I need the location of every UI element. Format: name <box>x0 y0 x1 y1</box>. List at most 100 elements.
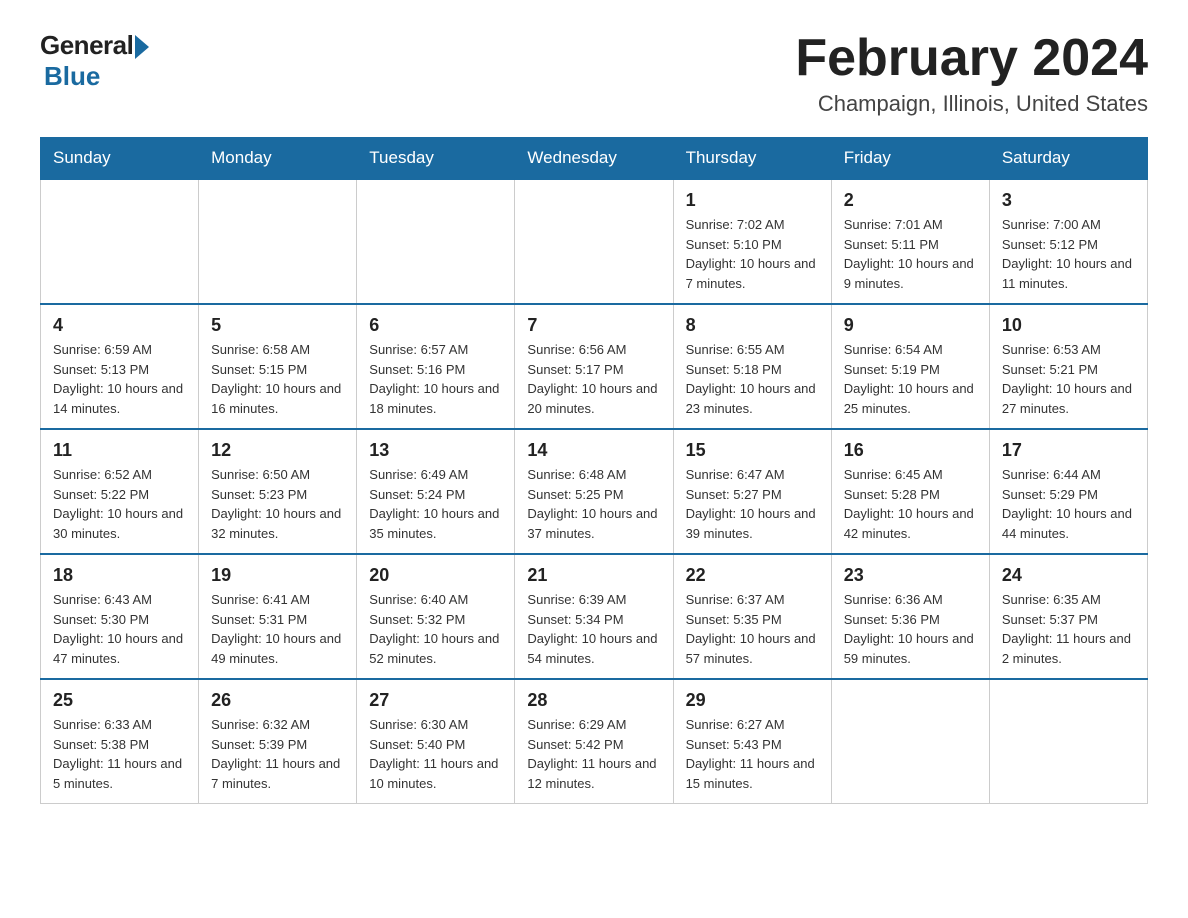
calendar-cell: 9 Sunrise: 6:54 AMSunset: 5:19 PMDaylight… <box>831 304 989 429</box>
calendar-cell: 24 Sunrise: 6:35 AMSunset: 5:37 PMDayligh… <box>989 554 1147 679</box>
month-title: February 2024 <box>795 30 1148 87</box>
day-info: Sunrise: 7:02 AMSunset: 5:10 PMDaylight:… <box>686 215 819 293</box>
day-info: Sunrise: 6:29 AMSunset: 5:42 PMDaylight:… <box>527 715 660 793</box>
calendar-header-friday: Friday <box>831 138 989 180</box>
day-info: Sunrise: 6:30 AMSunset: 5:40 PMDaylight:… <box>369 715 502 793</box>
day-number: 19 <box>211 565 344 586</box>
day-number: 29 <box>686 690 819 711</box>
calendar-cell: 7 Sunrise: 6:56 AMSunset: 5:17 PMDaylight… <box>515 304 673 429</box>
calendar-cell: 26 Sunrise: 6:32 AMSunset: 5:39 PMDayligh… <box>199 679 357 804</box>
day-number: 1 <box>686 190 819 211</box>
logo-general-text: General <box>40 30 133 61</box>
calendar-cell: 8 Sunrise: 6:55 AMSunset: 5:18 PMDaylight… <box>673 304 831 429</box>
day-number: 3 <box>1002 190 1135 211</box>
day-info: Sunrise: 6:44 AMSunset: 5:29 PMDaylight:… <box>1002 465 1135 543</box>
day-number: 14 <box>527 440 660 461</box>
logo-arrow-icon <box>135 35 149 59</box>
calendar-week-row: 1 Sunrise: 7:02 AMSunset: 5:10 PMDaylight… <box>41 179 1148 304</box>
calendar-header-monday: Monday <box>199 138 357 180</box>
day-number: 16 <box>844 440 977 461</box>
day-number: 7 <box>527 315 660 336</box>
calendar-cell: 6Sunrise: 6:57 AMSunset: 5:16 PMDaylight… <box>357 304 515 429</box>
day-number: 26 <box>211 690 344 711</box>
day-info: Sunrise: 6:40 AMSunset: 5:32 PMDaylight:… <box>369 590 502 668</box>
day-number: 12 <box>211 440 344 461</box>
calendar-week-row: 4 Sunrise: 6:59 AMSunset: 5:13 PMDaylight… <box>41 304 1148 429</box>
calendar-week-row: 25 Sunrise: 6:33 AMSunset: 5:38 PMDayligh… <box>41 679 1148 804</box>
day-number: 25 <box>53 690 186 711</box>
calendar-header-saturday: Saturday <box>989 138 1147 180</box>
day-info: Sunrise: 6:48 AMSunset: 5:25 PMDaylight:… <box>527 465 660 543</box>
day-info: Sunrise: 6:43 AMSunset: 5:30 PMDaylight:… <box>53 590 186 668</box>
day-info: Sunrise: 6:59 AMSunset: 5:13 PMDaylight:… <box>53 340 186 418</box>
day-number: 4 <box>53 315 186 336</box>
day-number: 24 <box>1002 565 1135 586</box>
day-info: Sunrise: 6:39 AMSunset: 5:34 PMDaylight:… <box>527 590 660 668</box>
page-header: General Blue February 2024 Champaign, Il… <box>40 30 1148 117</box>
calendar-cell: 12Sunrise: 6:50 AMSunset: 5:23 PMDayligh… <box>199 429 357 554</box>
day-info: Sunrise: 6:55 AMSunset: 5:18 PMDaylight:… <box>686 340 819 418</box>
calendar-header-thursday: Thursday <box>673 138 831 180</box>
day-info: Sunrise: 6:58 AMSunset: 5:15 PMDaylight:… <box>211 340 344 418</box>
calendar-cell: 18 Sunrise: 6:43 AMSunset: 5:30 PMDayligh… <box>41 554 199 679</box>
calendar-cell: 23 Sunrise: 6:36 AMSunset: 5:36 PMDayligh… <box>831 554 989 679</box>
calendar-cell: 2Sunrise: 7:01 AMSunset: 5:11 PMDaylight… <box>831 179 989 304</box>
day-number: 27 <box>369 690 502 711</box>
day-number: 20 <box>369 565 502 586</box>
calendar-header-tuesday: Tuesday <box>357 138 515 180</box>
calendar-cell: 10 Sunrise: 6:53 AMSunset: 5:21 PMDayligh… <box>989 304 1147 429</box>
day-number: 8 <box>686 315 819 336</box>
calendar-cell <box>989 679 1147 804</box>
calendar-cell: 28 Sunrise: 6:29 AMSunset: 5:42 PMDayligh… <box>515 679 673 804</box>
day-info: Sunrise: 7:00 AMSunset: 5:12 PMDaylight:… <box>1002 215 1135 293</box>
logo: General Blue <box>40 30 149 92</box>
calendar-cell <box>515 179 673 304</box>
day-info: Sunrise: 6:41 AMSunset: 5:31 PMDaylight:… <box>211 590 344 668</box>
calendar-table: SundayMondayTuesdayWednesdayThursdayFrid… <box>40 137 1148 804</box>
logo-blue-text: Blue <box>44 61 149 92</box>
calendar-cell <box>357 179 515 304</box>
calendar-header-sunday: Sunday <box>41 138 199 180</box>
day-info: Sunrise: 6:45 AMSunset: 5:28 PMDaylight:… <box>844 465 977 543</box>
day-info: Sunrise: 6:53 AMSunset: 5:21 PMDaylight:… <box>1002 340 1135 418</box>
calendar-cell: 21Sunrise: 6:39 AMSunset: 5:34 PMDayligh… <box>515 554 673 679</box>
calendar-cell: 19 Sunrise: 6:41 AMSunset: 5:31 PMDayligh… <box>199 554 357 679</box>
day-number: 22 <box>686 565 819 586</box>
day-info: Sunrise: 6:32 AMSunset: 5:39 PMDaylight:… <box>211 715 344 793</box>
calendar-cell: 4 Sunrise: 6:59 AMSunset: 5:13 PMDaylight… <box>41 304 199 429</box>
calendar-cell: 16 Sunrise: 6:45 AMSunset: 5:28 PMDayligh… <box>831 429 989 554</box>
calendar-week-row: 11 Sunrise: 6:52 AMSunset: 5:22 PMDayligh… <box>41 429 1148 554</box>
day-number: 13 <box>369 440 502 461</box>
calendar-header-wednesday: Wednesday <box>515 138 673 180</box>
day-number: 11 <box>53 440 186 461</box>
day-number: 5 <box>211 315 344 336</box>
calendar-cell <box>831 679 989 804</box>
day-info: Sunrise: 6:33 AMSunset: 5:38 PMDaylight:… <box>53 715 186 793</box>
calendar-cell <box>41 179 199 304</box>
calendar-cell: 20 Sunrise: 6:40 AMSunset: 5:32 PMDayligh… <box>357 554 515 679</box>
calendar-cell: 14 Sunrise: 6:48 AMSunset: 5:25 PMDayligh… <box>515 429 673 554</box>
calendar-cell: 5 Sunrise: 6:58 AMSunset: 5:15 PMDaylight… <box>199 304 357 429</box>
day-number: 28 <box>527 690 660 711</box>
calendar-cell: 1 Sunrise: 7:02 AMSunset: 5:10 PMDaylight… <box>673 179 831 304</box>
day-info: Sunrise: 6:36 AMSunset: 5:36 PMDaylight:… <box>844 590 977 668</box>
calendar-cell: 3 Sunrise: 7:00 AMSunset: 5:12 PMDaylight… <box>989 179 1147 304</box>
day-number: 23 <box>844 565 977 586</box>
location-subtitle: Champaign, Illinois, United States <box>795 91 1148 117</box>
day-info: Sunrise: 6:56 AMSunset: 5:17 PMDaylight:… <box>527 340 660 418</box>
day-info: Sunrise: 6:35 AMSunset: 5:37 PMDaylight:… <box>1002 590 1135 668</box>
day-number: 17 <box>1002 440 1135 461</box>
day-number: 10 <box>1002 315 1135 336</box>
day-number: 15 <box>686 440 819 461</box>
title-block: February 2024 Champaign, Illinois, Unite… <box>795 30 1148 117</box>
day-info: Sunrise: 6:54 AMSunset: 5:19 PMDaylight:… <box>844 340 977 418</box>
day-number: 9 <box>844 315 977 336</box>
calendar-cell: 22Sunrise: 6:37 AMSunset: 5:35 PMDayligh… <box>673 554 831 679</box>
day-number: 2 <box>844 190 977 211</box>
calendar-header-row: SundayMondayTuesdayWednesdayThursdayFrid… <box>41 138 1148 180</box>
calendar-cell: 29Sunrise: 6:27 AMSunset: 5:43 PMDayligh… <box>673 679 831 804</box>
day-number: 18 <box>53 565 186 586</box>
day-info: Sunrise: 6:52 AMSunset: 5:22 PMDaylight:… <box>53 465 186 543</box>
calendar-cell: 17 Sunrise: 6:44 AMSunset: 5:29 PMDayligh… <box>989 429 1147 554</box>
calendar-cell <box>199 179 357 304</box>
